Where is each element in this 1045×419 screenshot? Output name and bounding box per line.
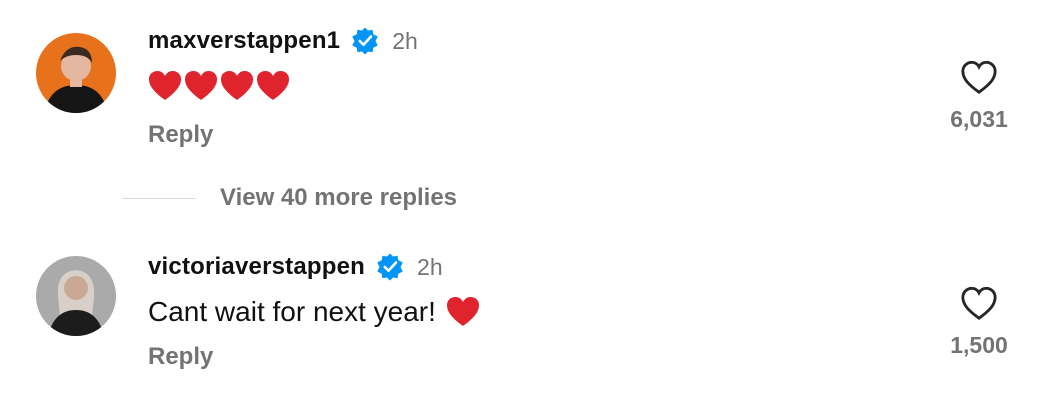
like-count: 1,500 [950,332,1008,358]
timestamp: 2h [417,253,443,280]
verified-badge-icon [377,253,403,281]
heart-emoji-icon [221,71,253,100]
like-section: 1,500 [943,284,1015,359]
comment-text [148,70,292,102]
username[interactable]: maxverstappen1 [148,27,340,55]
heart-emoji-icon [185,71,217,100]
avatar[interactable] [36,256,116,336]
avatar-image [36,33,116,113]
heart-outline-icon[interactable] [960,284,998,322]
avatar-image [36,256,116,336]
timestamp: 2h [392,27,418,54]
view-more-replies-label[interactable]: View 40 more replies [220,184,457,212]
heart-emoji-icon [149,71,181,100]
like-count: 6,031 [950,106,1008,132]
verified-badge-icon [352,27,378,55]
divider [122,197,196,199]
avatar[interactable] [36,33,116,113]
reply-button[interactable]: Reply [148,121,213,149]
comment-text: Cant wait for next year! [148,296,480,328]
heart-outline-icon[interactable] [960,58,998,96]
like-section: 6,031 [943,58,1015,133]
reply-button[interactable]: Reply [148,343,213,371]
comment-item: maxverstappen1 2h Reply 6,031 [0,0,1045,180]
username[interactable]: victoriaverstappen [148,253,365,281]
view-more-replies[interactable]: View 40 more replies [122,180,457,216]
heart-emoji-icon [446,297,479,326]
heart-emoji-icon [257,71,289,100]
comment-item: victoriaverstappen 2h Cant wait for next… [0,236,1045,419]
comment-text-content: Cant wait for next year! [148,296,436,327]
